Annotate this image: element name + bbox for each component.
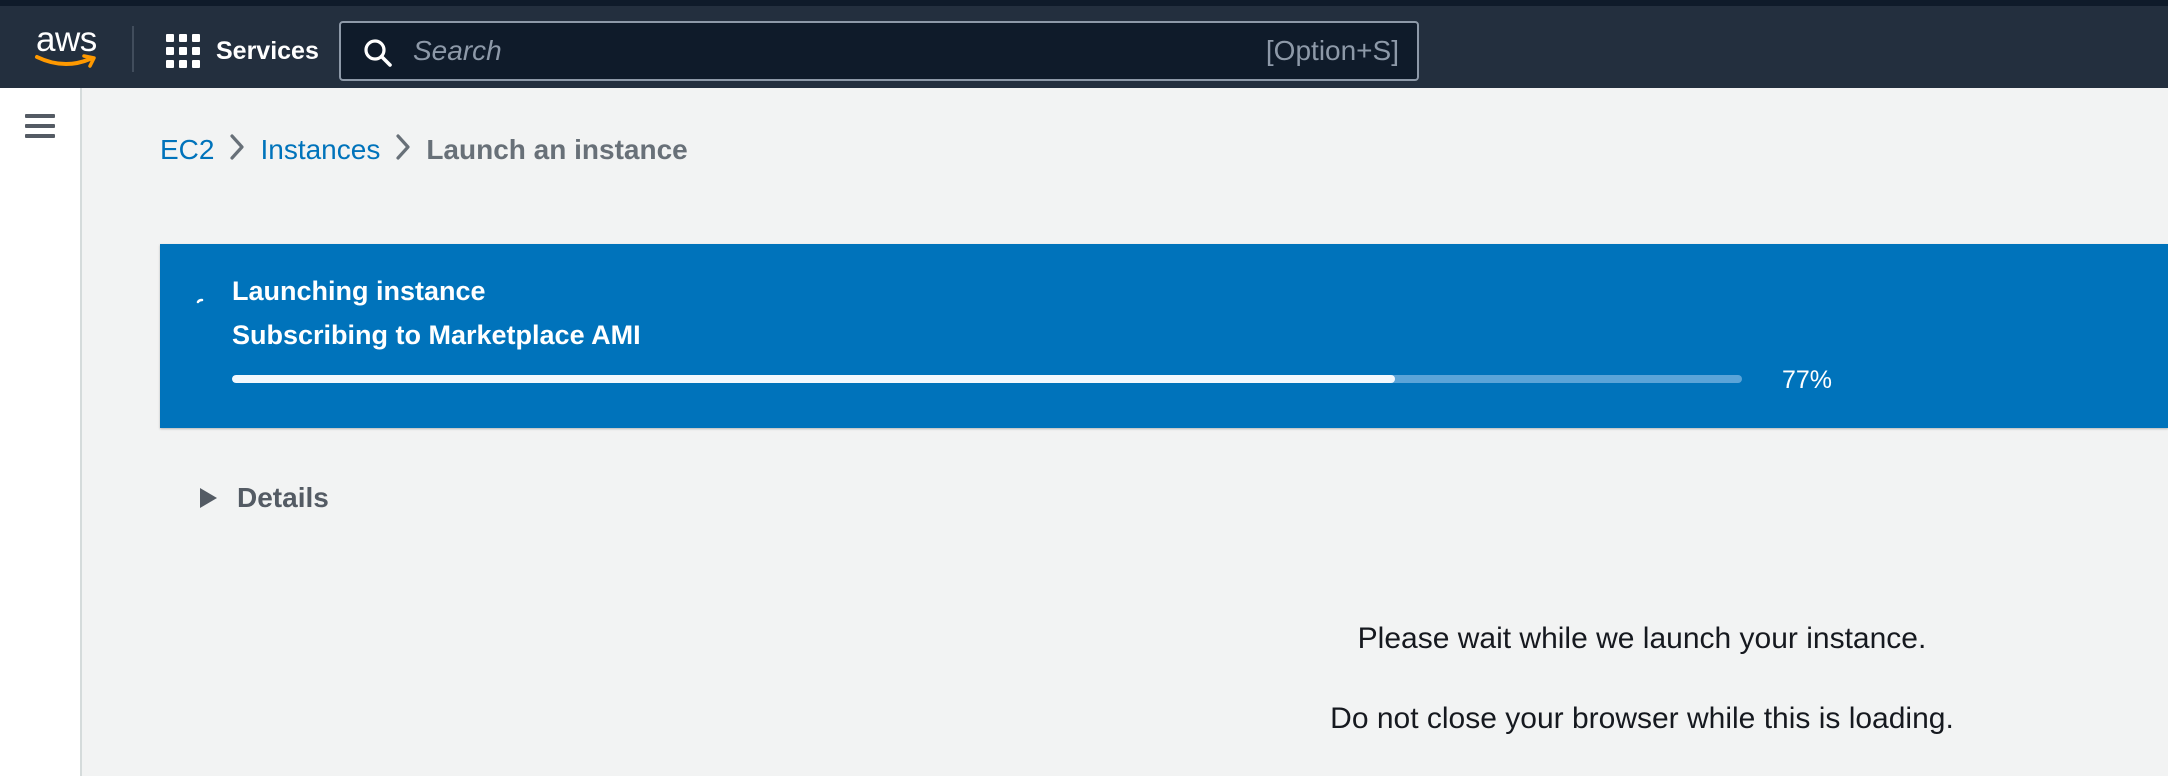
aws-smile-icon <box>35 54 96 68</box>
flash-title: Launching instance <box>232 276 486 306</box>
launch-progress-banner: Launching instance Subscribing to Market… <box>160 244 2168 428</box>
services-menu-button[interactable]: Services <box>166 32 319 70</box>
search-shortcut-hint: [Option+S] <box>1265 35 1399 66</box>
services-label: Services <box>216 36 319 65</box>
hamburger-icon[interactable] <box>25 114 55 142</box>
spinner-icon <box>196 298 204 304</box>
topbar-divider <box>132 26 134 72</box>
grid-icon <box>166 34 200 68</box>
search-icon <box>364 39 392 67</box>
search-bar[interactable]: [Option+S] <box>339 21 1419 81</box>
flash-subtitle: Subscribing to Marketplace AMI <box>232 320 641 350</box>
breadcrumb: EC2 Instances Launch an instance <box>160 132 688 168</box>
progress-percentage: 77% <box>1782 366 1833 394</box>
breadcrumb-link-instances[interactable]: Instances <box>260 134 380 166</box>
do-not-close-message: Do not close your browser while this is … <box>1330 702 1954 735</box>
caret-right-icon <box>200 488 217 508</box>
chevron-right-icon <box>214 133 260 168</box>
side-navigation <box>0 88 82 776</box>
aws-logo[interactable]: aws <box>34 20 100 74</box>
breadcrumb-current-page: Launch an instance <box>426 134 688 165</box>
top-navigation-bar: aws Services [Option+S] <box>0 0 2168 88</box>
progress-bar-fill <box>232 375 1395 383</box>
details-expander[interactable]: Details <box>200 482 329 514</box>
breadcrumb-link-ec2[interactable]: EC2 <box>160 134 214 166</box>
details-label: Details <box>237 482 329 513</box>
wait-message: Please wait while we launch your instanc… <box>1357 622 1927 655</box>
progress-bar <box>232 375 1742 383</box>
chevron-right-icon <box>380 133 426 168</box>
search-input[interactable] <box>411 31 1231 71</box>
